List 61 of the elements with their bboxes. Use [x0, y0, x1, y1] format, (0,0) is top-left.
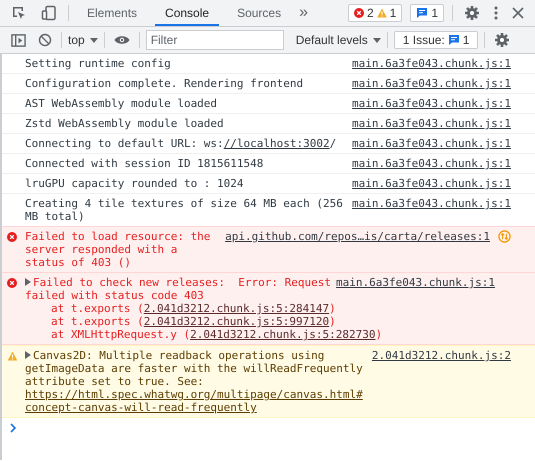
error-warning-counter[interactable]: 2 1 — [348, 4, 402, 22]
stack-trace-line: at t.exports (2.041d3212.chunk.js:5:284147) — [50, 302, 336, 315]
source-link[interactable]: main.6a3fe043.chunk.js:1 — [352, 97, 511, 110]
source-link[interactable]: api.github.com/repos…is/carta/releases:1 — [225, 230, 490, 243]
expand-triangle-icon[interactable] — [25, 351, 31, 359]
sidebar-toggle-icon[interactable] — [11, 32, 26, 48]
more-menu-icon[interactable] — [494, 5, 498, 21]
source-link[interactable]: main.6a3fe043.chunk.js:1 — [352, 157, 511, 170]
stack-trace-line: at t.exports (2.041d3212.chunk.js:5:997120) — [50, 315, 336, 328]
message-text: Zstd WebAssembly module loaded — [25, 117, 224, 130]
warning-icon — [7, 351, 18, 361]
source-link[interactable]: main.6a3fe043.chunk.js:1 — [352, 57, 511, 70]
message-text: Failed to load resource: the server responded with a status of 403 () — [25, 230, 212, 269]
caret-icon — [372, 38, 381, 42]
more-tabs-button[interactable]: » — [299, 4, 308, 22]
message-text: AST WebAssembly module loaded — [25, 97, 218, 110]
stack-link[interactable]: 2.041d3212.chunk.js:5:997120 — [144, 315, 330, 328]
source-link[interactable]: main.6a3fe043.chunk.js:1 — [352, 137, 511, 150]
url-link[interactable]: //localhost:3002 — [224, 137, 330, 150]
message-text: Creating 4 tile textures of size 64 MB each (256 MB total) — [25, 197, 344, 223]
prompt-icon[interactable] — [10, 423, 16, 433]
message-text: Configuration complete. Rendering frontend — [25, 77, 304, 90]
warning-icon — [376, 8, 387, 18]
settings-icon[interactable] — [464, 5, 480, 21]
message-text: Connecting to default URL: ws://localhost:3002/ — [25, 137, 336, 150]
stack-link[interactable]: 2.041d3212.chunk.js:5:284147 — [144, 302, 330, 315]
clear-console-icon[interactable] — [38, 33, 52, 47]
message-text: Connected with session ID 1815611548 — [25, 157, 264, 170]
message-text: Canvas2D: Multiple readback operations using getImageData are faster with the willReadFrequently attribute set to true. See: https://html.spec.whatwg.org/multipage/canvas.html#concept-canvas-will-read-frequently — [25, 349, 370, 414]
panel-tab[interactable]: Elements — [77, 0, 148, 26]
device-icon[interactable] — [41, 5, 57, 21]
filter-field[interactable]: Filter — [146, 30, 284, 50]
source-link[interactable]: main.6a3fe043.chunk.js:1 — [352, 117, 511, 130]
error-count: 2 — [366, 6, 374, 20]
error-icon — [7, 232, 17, 242]
inspect-icon[interactable] — [11, 5, 27, 21]
expand-triangle-icon[interactable] — [25, 278, 31, 286]
source-link[interactable]: main.6a3fe043.chunk.js:1 — [352, 177, 511, 190]
settings-icon[interactable] — [494, 32, 510, 48]
close-icon[interactable] — [512, 7, 524, 19]
stack-link[interactable]: 2.041d3212.chunk.js:5:282730 — [190, 328, 376, 341]
message-icon — [416, 7, 428, 19]
message-counter[interactable]: 1 — [410, 4, 444, 22]
source-link[interactable]: main.6a3fe043.chunk.js:1 — [352, 77, 511, 90]
stack-trace-line: at XMLHttpRequest.y (2.041d3212.chunk.js:5:282730) — [50, 328, 382, 341]
message-icon — [448, 34, 460, 46]
context-dropdown[interactable]: top — [68, 33, 98, 47]
message-text: Setting runtime config — [25, 57, 171, 70]
eye-icon[interactable] — [114, 35, 130, 45]
error-icon — [354, 8, 364, 18]
caret-icon — [90, 38, 98, 42]
warning-count: 1 — [390, 6, 396, 20]
error-icon — [7, 278, 17, 288]
source-link[interactable]: main.6a3fe043.chunk.js:1 — [336, 276, 495, 289]
panel-tab[interactable]: Sources — [227, 0, 292, 26]
source-link[interactable]: 2.041d3212.chunk.js:2 — [372, 349, 511, 362]
message-text: lruGPU capacity rounded to : 1024 — [25, 177, 244, 190]
log-levels-dropdown[interactable]: Default levels — [296, 33, 381, 47]
issues-button[interactable]: 1 Issue: 1 — [394, 31, 478, 49]
source-link[interactable]: main.6a3fe043.chunk.js:1 — [352, 197, 511, 210]
url-link[interactable]: https://html.spec.whatwg.org/multipage/canvas.html#concept-canvas-will-read-frequently — [25, 388, 368, 414]
